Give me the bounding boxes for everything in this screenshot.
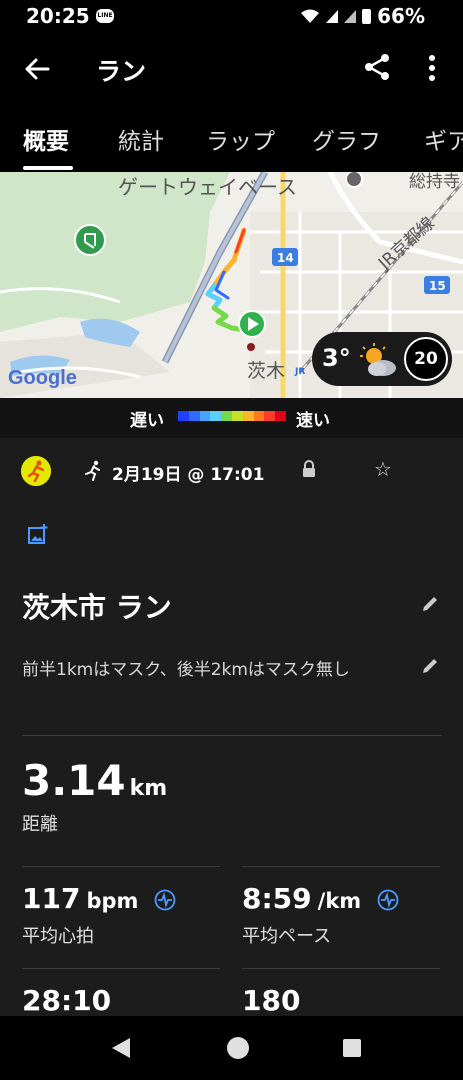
map-label-route14: 14: [277, 251, 294, 265]
nav-back-button[interactable]: [112, 1038, 130, 1058]
tab-bar: 概要 統計 ラップ グラフ ギア: [0, 106, 463, 170]
divider: [22, 735, 442, 736]
activity-type-icon: [21, 456, 51, 486]
divider: [22, 866, 220, 867]
distance-value-row: 3.14 km: [22, 756, 167, 805]
pace-unit: /km: [317, 889, 362, 913]
pace-color-swatch: [210, 411, 222, 421]
signal-icon: [326, 9, 339, 23]
map-label-route15: 15: [429, 279, 446, 293]
edit-description-icon[interactable]: [420, 656, 440, 676]
active-tab-indicator: [23, 166, 73, 170]
heart-rate-monitor-icon: [154, 889, 176, 911]
distance-label: 距離: [22, 814, 58, 835]
legend-fast-label: 速い: [296, 411, 330, 431]
tab-graph[interactable]: グラフ: [312, 122, 381, 156]
battery-icon: [362, 8, 372, 24]
status-bar: 20:25 LINE 66%: [0, 0, 463, 34]
pace-color-swatch: [199, 411, 211, 421]
wifi-icon: [301, 9, 320, 23]
app-bar: ラン: [0, 34, 463, 106]
nav-home-button[interactable]: [227, 1037, 249, 1059]
google-logo: Google: [8, 367, 77, 389]
system-nav-bar: [0, 1016, 463, 1080]
map-label-top-right: 総持寺: [409, 172, 460, 192]
legend-slow-label: 遅い: [130, 411, 164, 431]
pace-color-scale: [178, 411, 286, 421]
weather-temperature: 3°: [322, 344, 351, 372]
tab-laps[interactable]: ラップ: [206, 122, 275, 156]
heart-rate-monitor-icon: [377, 889, 399, 911]
cadence-value: 180: [242, 984, 301, 1016]
heart-rate-value: 117: [22, 882, 81, 915]
divider: [242, 866, 440, 867]
share-icon[interactable]: [362, 52, 392, 82]
status-time: 20:25: [26, 4, 90, 28]
pace-color-swatch: [221, 411, 232, 421]
heart-rate-row: 117 bpm: [22, 882, 176, 915]
battery-percent: 66%: [377, 4, 425, 28]
pace-color-swatch: [264, 411, 276, 421]
star-icon[interactable]: ☆: [374, 457, 392, 481]
distance-value: 3.14: [22, 756, 126, 805]
map-label-jr: JR: [294, 367, 305, 377]
signal-icon-2: [344, 9, 357, 23]
heart-rate-label: 平均心拍: [22, 926, 94, 947]
running-person-icon: [85, 460, 100, 481]
pace-color-swatch: [188, 411, 200, 421]
tab-stats[interactable]: 統計: [118, 122, 164, 156]
moving-time-value: 28:10: [22, 984, 112, 1016]
activity-summary: 2月19日 @ 17:01 ☆ 茨木市 ラン 前半1kmはマスク、後半2kmはマ…: [0, 438, 463, 1016]
status-indicators: 66%: [300, 4, 425, 28]
lock-icon[interactable]: [302, 460, 316, 478]
activity-title: 茨木市 ラン: [22, 591, 172, 624]
edit-title-icon[interactable]: [420, 594, 440, 614]
page-title: ラン: [96, 57, 147, 86]
map-label-city: 茨木: [247, 360, 285, 382]
heart-rate-unit: bpm: [86, 889, 139, 913]
pace-color-swatch: [178, 411, 189, 421]
wind-speed-indicator: 20: [404, 337, 448, 381]
weather-badge: 3° 20: [312, 332, 452, 386]
tab-overview[interactable]: 概要: [23, 122, 69, 156]
partly-cloudy-icon: [360, 343, 396, 376]
activity-description: 前半1kmはマスク、後半2kmはマスク無し: [22, 660, 350, 680]
distance-unit: km: [129, 776, 168, 801]
back-arrow-icon[interactable]: [22, 54, 52, 84]
nav-recents-button[interactable]: [343, 1039, 361, 1057]
pace-color-swatch: [275, 411, 286, 421]
line-app-icon: LINE: [96, 9, 114, 23]
add-photo-icon[interactable]: [28, 524, 48, 544]
pace-row: 8:59/km: [242, 882, 399, 915]
pace-value: 8:59: [242, 882, 312, 915]
more-options-icon[interactable]: [422, 54, 442, 84]
pace-color-swatch: [253, 411, 265, 421]
divider: [22, 968, 220, 969]
pace-legend: 遅い 速い: [0, 398, 463, 438]
tab-gear[interactable]: ギア: [424, 122, 463, 156]
map-label-gateway: ゲートウェイベース: [118, 175, 297, 199]
pace-label: 平均ペース: [242, 926, 332, 947]
pace-color-swatch: [242, 411, 254, 421]
divider: [242, 968, 440, 969]
pace-color-swatch: [231, 411, 243, 421]
activity-date: 2月19日 @ 17:01: [112, 465, 265, 485]
